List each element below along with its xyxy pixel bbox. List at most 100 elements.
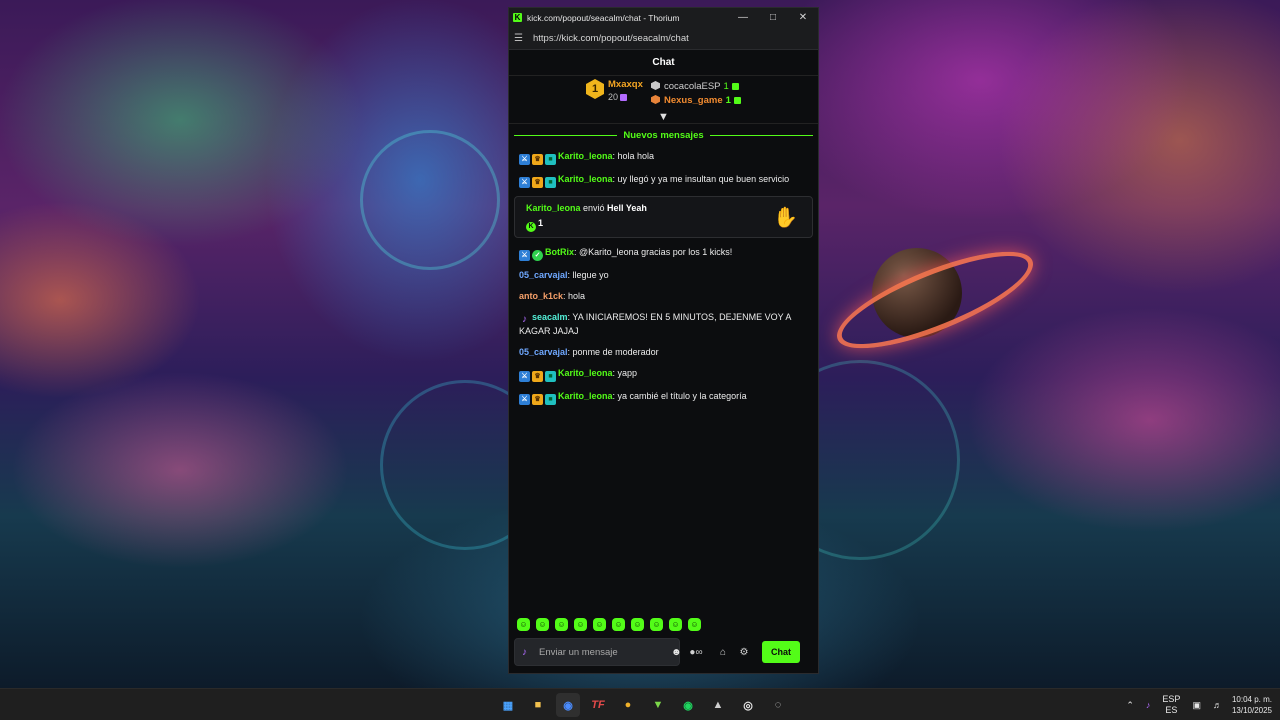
emote-icon[interactable]: ☺ [631,618,644,631]
emote-icon[interactable]: ☺ [669,618,682,631]
url-text[interactable]: https://kick.com/popout/seacalm/chat [533,33,689,44]
language-indicator[interactable]: ESP ES [1162,694,1180,716]
rank-hex-icon [651,81,660,90]
taskbar-apps: ▦ ■ ◉ TF ● ▼ ◉ ▲ ◎ ◌ [496,693,790,717]
emote-icon[interactable]: ☺ [574,618,587,631]
chat-message: ♪ seacalm: YA INICIAREMOS! EN 5 MINUTOS, … [519,311,808,338]
moderator-badge-icon: ⚔ [519,250,530,261]
kick-coin-icon: K [526,222,536,232]
chat-username[interactable]: Karito_leona [558,151,613,161]
divider-line [514,134,618,136]
site-settings-icon[interactable]: ☰ [514,33,528,44]
chat-input-box[interactable]: ♪ ☻ [514,638,682,666]
chat-username[interactable]: Karito_leona [558,391,613,401]
chat-text: : yapp [612,368,638,378]
obs-icon[interactable]: ◎ [736,693,760,717]
maximize-button[interactable]: □ [758,8,788,27]
taskbar: ▦ ■ ◉ TF ● ▼ ◉ ▲ ◎ ◌ ⌃ ♪ ESP ES ▣ ♬ 10:0… [0,688,1280,720]
chat-username[interactable]: BotRix [545,247,574,257]
chat-message: anto_k1ck: hola [519,290,808,303]
leaderboard-entry-name: cocacolaESP [664,81,721,92]
leaderboard-entry-count: 1 [723,81,729,92]
clock[interactable]: 10:04 p. m. 13/10/2025 [1232,694,1272,716]
leaderboard-entry[interactable]: Nexus_game 1 [651,95,741,106]
chat-username[interactable]: Karito_leona [558,174,613,184]
crown-badge-icon: ♛ [532,154,543,165]
send-chat-button[interactable]: Chat [762,641,800,663]
clock-time: 10:04 p. m. [1231,695,1272,704]
kick-logo-icon: K [513,13,522,22]
title-bar[interactable]: K kick.com/popout/seacalm/chat - Thorium… [509,8,818,27]
leaderboard-entry[interactable]: cocacolaESP 1 [651,81,739,92]
emote-icon[interactable]: ☺ [593,618,606,631]
emote-icon[interactable]: ☺ [555,618,568,631]
gamepad-icon[interactable]: ▲ [706,693,730,717]
chevron-up-icon[interactable]: ⌃ [1126,700,1134,711]
quick-emote-bar: ☺ ☺ ☺ ☺ ☺ ☺ ☺ ☺ ☺ ☺ [517,618,701,631]
subscriber-badge-icon: ■ [545,154,556,165]
notification-app-icon[interactable]: ◌ [766,693,790,717]
gift-item: Hell Yeah [607,203,647,213]
microphone-tray-icon[interactable]: ♪ [1146,700,1151,711]
network-icon[interactable]: ▣ [1192,700,1201,711]
moderator-badge-icon: ⚔ [519,371,530,382]
vpn-app-icon[interactable]: ▼ [646,693,670,717]
collapse-leaderboard-button[interactable]: ▼ [509,110,818,124]
gift-leaderboard: 1 Mxaxqx 20 cocacolaESP 1 Nexus_game 1 [509,76,818,110]
emote-icon[interactable]: ☺ [536,618,549,631]
chat-message: 05_carvajal: llegue yo [519,269,808,282]
divider-line [709,134,814,136]
leaderboard-top-name[interactable]: Mxaxqx [608,79,643,90]
leaderboard-entry-count: 1 [725,95,731,106]
chat-username[interactable]: Karito_leona [558,368,613,378]
chat-username[interactable]: anto_k1ck [519,291,563,301]
chat-username[interactable]: 05_carvajal [519,347,568,357]
emote-icon[interactable]: ☺ [612,618,625,631]
volume-icon[interactable]: ♬ [1213,700,1222,711]
minimize-button[interactable]: — [728,8,758,27]
rank-hex-icon [651,95,660,104]
gift-icon [731,83,739,90]
address-bar[interactable]: ☰ https://kick.com/popout/seacalm/chat [509,27,818,50]
chat-text: : @Karito_leona gracias por los 1 kicks! [574,247,733,257]
tf-app-icon[interactable]: TF [586,693,610,717]
chat-messages: ⚔ ♛ ■ Karito_leona: hola hola ⚔ ♛ ■ Karito_leo… [509,142,818,188]
emote-icon[interactable]: ☺ [650,618,663,631]
chat-messages-continued: ⚔ ✓ BotRix: @Karito_leona gracias por los … [509,238,818,405]
coin-app-icon[interactable]: ● [616,693,640,717]
chat-message: ⚔ ♛ ■ Karito_leona: ya cambié el título y l… [519,390,808,405]
store-icon[interactable]: ⌂ [712,647,734,658]
crown-badge-icon: ♛ [532,371,543,382]
gear-icon[interactable]: ⚙ [734,647,754,658]
spotify-icon[interactable]: ◉ [676,693,700,717]
chat-message: ⚔ ♛ ■ Karito_leona: hola hola [519,150,808,165]
gift-line: Karito_leona envió Hell Yeah [526,203,812,213]
leaderboard-entry-name: Nexus_game [664,95,723,106]
chat-text: : uy llegó y ya me insultan que buen ser… [612,174,790,184]
chat-text: : ya cambié el título y la categoría [612,391,747,401]
language-code: ESP [1162,694,1181,704]
chat-username[interactable]: 05_carvajal [519,270,568,280]
chat-message-input[interactable] [539,646,671,658]
emote-icon[interactable]: ☺ [688,618,701,631]
chat-text: : hola [563,291,586,301]
gift-icon [733,97,741,104]
chat-message: ⚔ ♛ ■ Karito_leona: yapp [519,367,808,382]
chat-username[interactable]: seacalm [532,312,568,322]
start-windows-icon[interactable]: ▦ [496,693,520,717]
thorium-browser-icon[interactable]: ◉ [556,693,580,717]
emote-icon[interactable]: ☺ [517,618,530,631]
subscriber-badge-icon: ■ [545,394,556,405]
gift-notification: Karito_leona envió Hell Yeah K1 ✋ [514,196,813,238]
crown-badge-icon: ♛ [532,394,543,405]
moderator-badge-icon: ⚔ [519,154,530,165]
gift-amount-value: 1 [538,218,544,228]
new-messages-label: Nuevos mensajes [623,129,704,141]
gift-sender[interactable]: Karito_leona [526,203,581,213]
file-explorer-icon[interactable]: ■ [526,693,550,717]
gift-amount: K1 [526,218,812,232]
close-button[interactable]: ✕ [788,8,818,27]
chat-text: : hola hola [612,151,655,161]
microphone-icon[interactable]: ♪ [522,647,527,658]
kicks-icon[interactable]: ●∞ [680,647,712,658]
